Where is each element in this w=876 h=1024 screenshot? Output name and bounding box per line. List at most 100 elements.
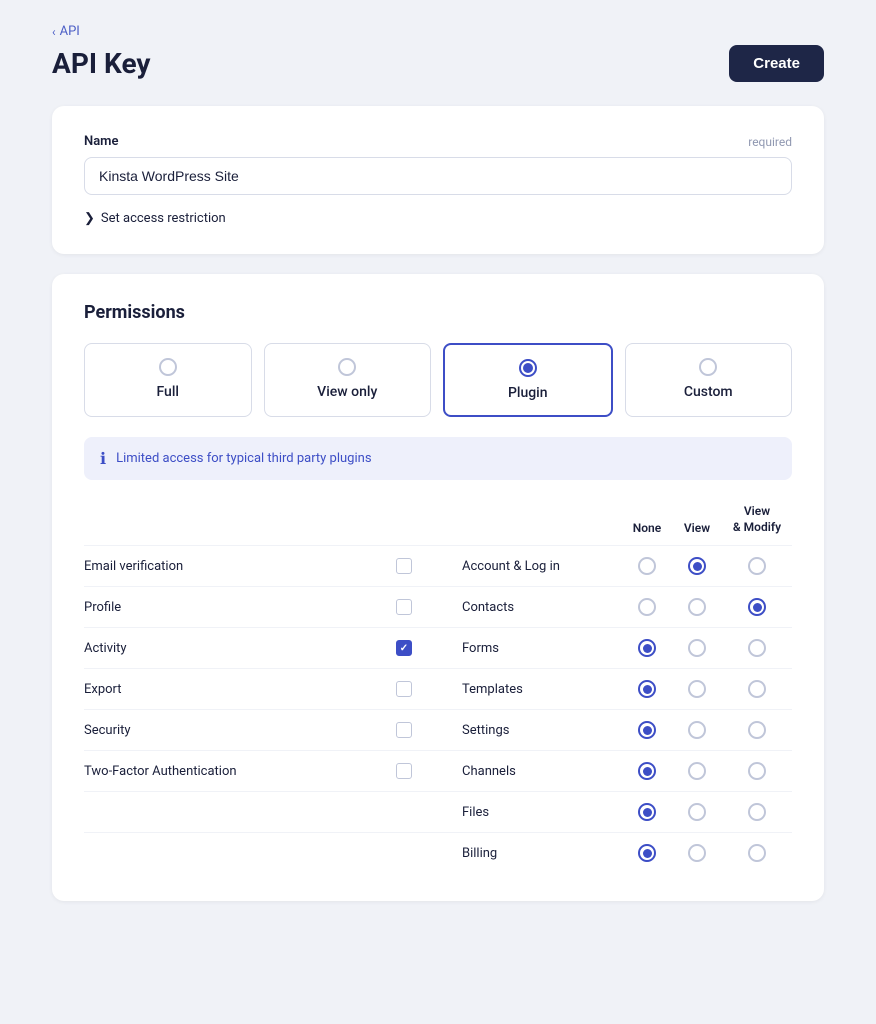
radio-settings-view[interactable]	[672, 721, 722, 739]
checkbox-email[interactable]	[396, 558, 412, 574]
radio-files-none[interactable]	[622, 803, 672, 821]
radio-view-btn[interactable]	[688, 680, 706, 698]
checkbox-2fa[interactable]	[396, 763, 412, 779]
left-name-security: Security	[84, 723, 390, 738]
table-row: Files	[84, 792, 792, 833]
radio-channels-view[interactable]	[672, 762, 722, 780]
radio-contacts-none[interactable]	[622, 598, 672, 616]
check-security[interactable]	[390, 722, 430, 738]
radio-none-btn[interactable]	[638, 639, 656, 657]
right-name-forms: Forms	[462, 641, 622, 656]
radio-channels-vm[interactable]	[722, 762, 792, 780]
radio-none-btn[interactable]	[638, 557, 656, 575]
radio-account-vm[interactable]	[722, 557, 792, 575]
permission-full[interactable]: Full	[84, 343, 252, 417]
plugin-radio	[519, 359, 537, 377]
back-link[interactable]: ‹ API	[52, 24, 824, 39]
view-only-radio	[338, 358, 356, 376]
radio-view-btn[interactable]	[688, 598, 706, 616]
radio-none-btn[interactable]	[638, 803, 656, 821]
access-restriction-toggle[interactable]: ❯ Set access restriction	[84, 211, 792, 226]
left-name-profile: Profile	[84, 600, 390, 615]
radio-view-btn[interactable]	[688, 803, 706, 821]
radio-channels-none[interactable]	[622, 762, 672, 780]
radio-vm-btn[interactable]	[748, 557, 766, 575]
radio-none-btn[interactable]	[638, 680, 656, 698]
permissions-table: None View View& Modify Email verificatio…	[84, 504, 792, 873]
permissions-card: Permissions Full View only Plugin Custom	[52, 274, 824, 901]
radio-files-view[interactable]	[672, 803, 722, 821]
radio-none-btn[interactable]	[638, 598, 656, 616]
radio-files-vm[interactable]	[722, 803, 792, 821]
radio-none-btn[interactable]	[638, 762, 656, 780]
radio-account-none[interactable]	[622, 557, 672, 575]
radio-view-btn[interactable]	[688, 639, 706, 657]
full-radio	[159, 358, 177, 376]
radio-vm-btn[interactable]	[748, 762, 766, 780]
chevron-right-icon: ❯	[84, 211, 95, 226]
right-name-channels: Channels	[462, 764, 622, 779]
page-title: API Key	[52, 47, 151, 80]
radio-billing-vm[interactable]	[722, 844, 792, 862]
radio-contacts-view[interactable]	[672, 598, 722, 616]
check-2fa[interactable]	[390, 763, 430, 779]
check-export[interactable]	[390, 681, 430, 697]
radio-templates-vm[interactable]	[722, 680, 792, 698]
full-label: Full	[157, 384, 179, 400]
radio-templates-view[interactable]	[672, 680, 722, 698]
check-activity[interactable]: ✓	[390, 640, 430, 656]
radio-forms-vm[interactable]	[722, 639, 792, 657]
th-view: View	[672, 521, 722, 535]
radio-vm-btn[interactable]	[748, 639, 766, 657]
permission-custom[interactable]: Custom	[625, 343, 793, 417]
th-view-modify: View& Modify	[722, 504, 792, 535]
permission-plugin[interactable]: Plugin	[443, 343, 613, 417]
radio-account-view[interactable]	[672, 557, 722, 575]
checkbox-activity[interactable]: ✓	[396, 640, 412, 656]
radio-billing-none[interactable]	[622, 844, 672, 862]
info-text: Limited access for typical third party p…	[116, 451, 371, 466]
radio-forms-view[interactable]	[672, 639, 722, 657]
radio-none-btn[interactable]	[638, 844, 656, 862]
radio-settings-none[interactable]	[622, 721, 672, 739]
table-row: Export Templates	[84, 669, 792, 710]
radio-view-btn[interactable]	[688, 844, 706, 862]
check-email[interactable]	[390, 558, 430, 574]
access-restriction-label: Set access restriction	[101, 211, 226, 226]
permission-options: Full View only Plugin Custom	[84, 343, 792, 417]
radio-vm-btn[interactable]	[748, 844, 766, 862]
radio-templates-none[interactable]	[622, 680, 672, 698]
view-only-label: View only	[317, 384, 377, 400]
radio-view-btn[interactable]	[688, 557, 706, 575]
right-name-contacts: Contacts	[462, 600, 622, 615]
left-name-email: Email verification	[84, 559, 390, 574]
right-name-billing: Billing	[462, 846, 622, 861]
info-icon: ℹ	[100, 449, 106, 468]
radio-billing-view[interactable]	[672, 844, 722, 862]
name-input[interactable]	[84, 157, 792, 195]
radio-forms-none[interactable]	[622, 639, 672, 657]
radio-vm-btn[interactable]	[748, 680, 766, 698]
permission-view-only[interactable]: View only	[264, 343, 432, 417]
radio-settings-vm[interactable]	[722, 721, 792, 739]
radio-view-btn[interactable]	[688, 721, 706, 739]
right-name-account: Account & Log in	[462, 559, 622, 574]
create-button[interactable]: Create	[729, 45, 824, 82]
back-label: API	[60, 24, 80, 39]
check-profile[interactable]	[390, 599, 430, 615]
right-name-files: Files	[462, 805, 622, 820]
table-row: Security Settings	[84, 710, 792, 751]
radio-vm-btn[interactable]	[748, 721, 766, 739]
radio-vm-btn[interactable]	[748, 598, 766, 616]
table-row: Profile Contacts	[84, 587, 792, 628]
checkbox-profile[interactable]	[396, 599, 412, 615]
radio-view-btn[interactable]	[688, 762, 706, 780]
custom-radio	[699, 358, 717, 376]
radio-vm-btn[interactable]	[748, 803, 766, 821]
table-header-row: None View View& Modify	[84, 504, 792, 546]
radio-none-btn[interactable]	[638, 721, 656, 739]
checkbox-export[interactable]	[396, 681, 412, 697]
plugin-label: Plugin	[508, 385, 548, 401]
checkbox-security[interactable]	[396, 722, 412, 738]
radio-contacts-vm[interactable]	[722, 598, 792, 616]
